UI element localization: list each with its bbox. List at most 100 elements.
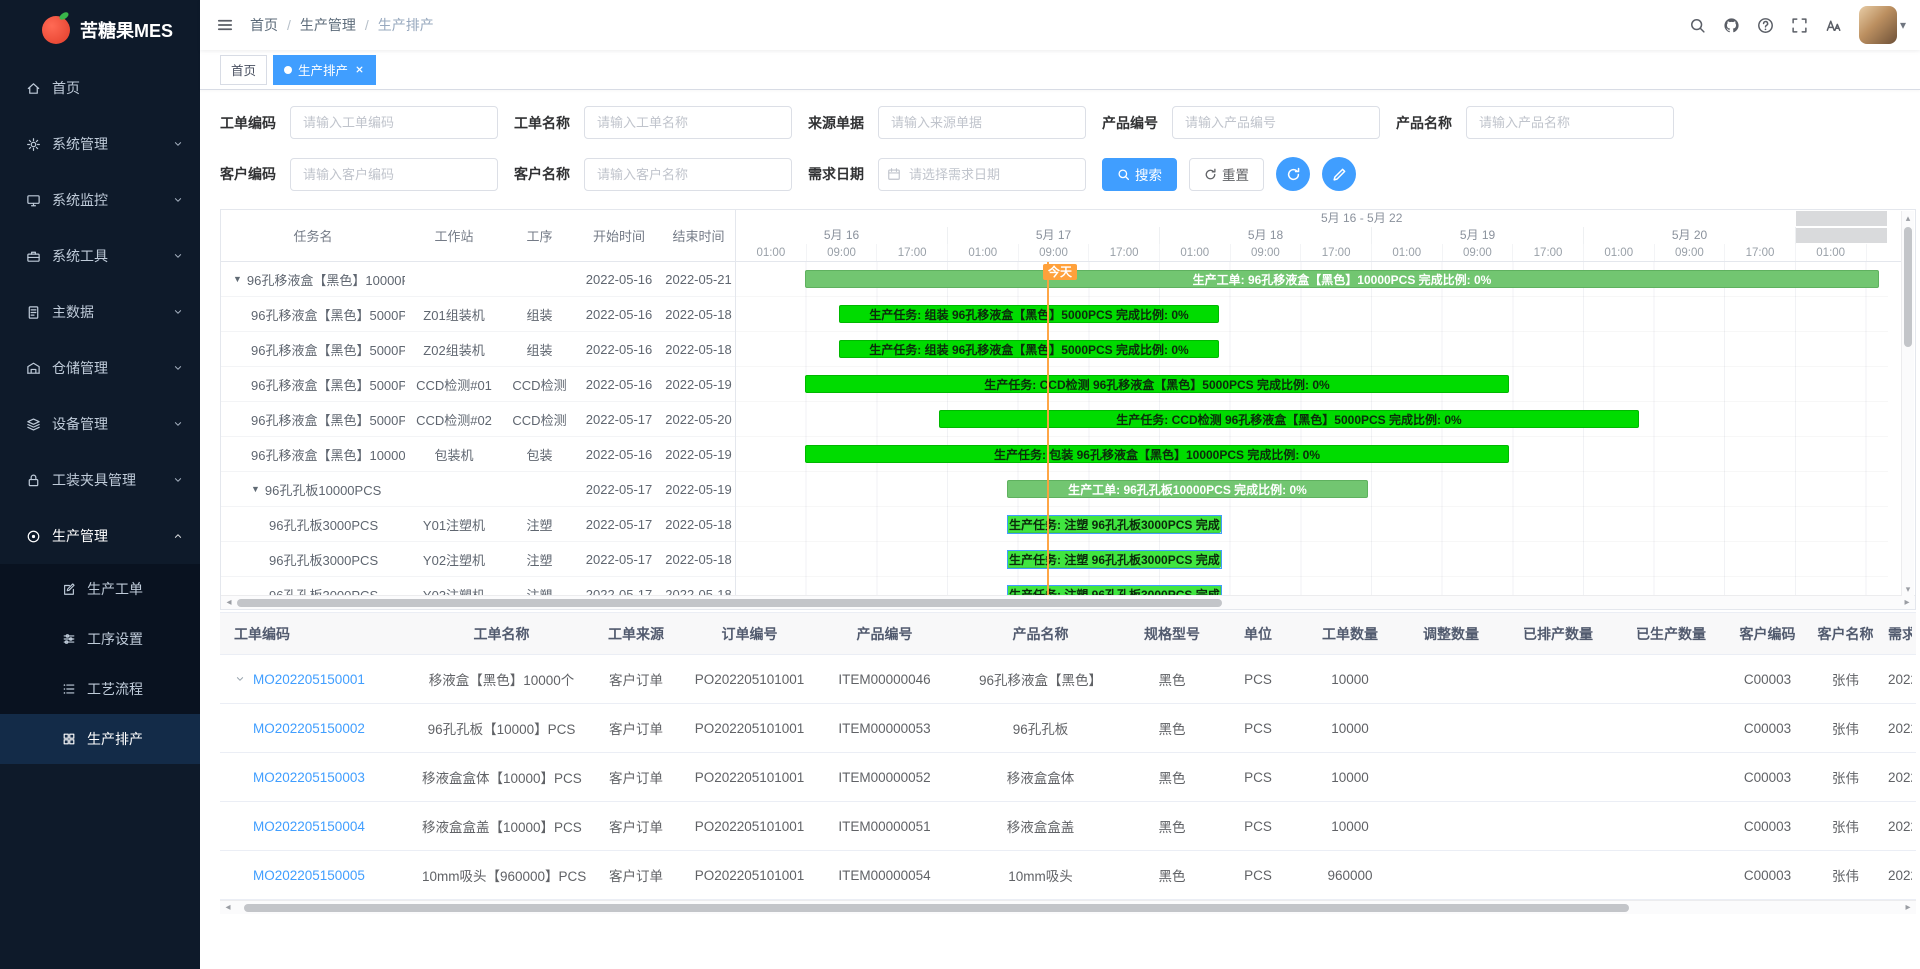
order-row[interactable]: MO20220515000510mm吸头【960000】PCS客户订单PO202… <box>220 851 1916 900</box>
logo[interactable]: 苦糖果MES <box>0 0 200 60</box>
gantt-task-row[interactable]: 96孔孔板3000PCSY01注塑机注塑2022-05-172022-05-18 <box>221 507 735 542</box>
filter-input-demand-date[interactable] <box>878 158 1086 191</box>
orders-column-header: 订单编号 <box>685 624 814 644</box>
sidebar-item-fixture-management[interactable]: 工装夹具管理 <box>0 452 200 508</box>
gantt-bar[interactable]: 生产任务: CCD检测 96孔移液盒【黑色】5000PCS 完成比例: 0% <box>805 375 1509 393</box>
scroll-down-arrow-icon[interactable]: ▾ <box>1906 584 1911 594</box>
sidebar-item-system-management[interactable]: 系统管理 <box>0 116 200 172</box>
gantt-bar[interactable]: 生产任务: 组装 96孔移液盒【黑色】5000PCS 完成比例: 0% <box>839 305 1219 323</box>
gantt-bar[interactable]: 生产任务: 注塑 96孔孔板3000PCS 完成 <box>1007 515 1221 533</box>
filter-input-customer-code[interactable] <box>290 158 498 191</box>
order-row[interactable]: MO202205150003移液盒盒体【10000】PCS客户订单PO20220… <box>220 753 1916 802</box>
order-row[interactable]: MO20220515000296孔孔板【10000】PCS客户订单PO20220… <box>220 704 1916 753</box>
filter-input-product-name[interactable] <box>1466 106 1674 139</box>
sidebar-subitem-production-workorder[interactable]: 生产工单 <box>0 564 200 614</box>
gantt-bar[interactable]: 生产任务: 注塑 96孔孔板3000PCS 完成 <box>1007 550 1221 568</box>
order-customer-code-cell: C00003 <box>1726 721 1809 736</box>
scroll-right-arrow-icon[interactable]: ▸ <box>1901 596 1913 610</box>
sidebar-item-label: 系统工具 <box>52 246 172 266</box>
gantt-vertical-scrollbar[interactable]: ▴ ▾ <box>1901 211 1914 596</box>
chevron-down-icon[interactable] <box>234 673 246 685</box>
gantt-bar[interactable]: 生产工单: 96孔孔板10000PCS 完成比例: 0% <box>1007 480 1368 498</box>
task-station: CCD检测#02 <box>405 410 503 429</box>
font-size-icon[interactable] <box>1817 5 1851 45</box>
gantt-bar[interactable]: 生产任务: 包装 96孔移液盒【黑色】10000PCS 完成比例: 0% <box>805 445 1509 463</box>
sidebar-subitem-production-scheduling[interactable]: 生产排产 <box>0 714 200 764</box>
gantt-hscroll-thumb[interactable] <box>237 599 1222 607</box>
order-qty-cell: 10000 <box>1298 721 1402 736</box>
sidebar-item-master-data[interactable]: 主数据 <box>0 284 200 340</box>
gantt-task-row[interactable]: 96孔孔板3000PCSY02注塑机注塑2022-05-172022-05-18 <box>221 542 735 577</box>
fullscreen-icon[interactable] <box>1783 5 1817 45</box>
sidebar-item-warehouse-management[interactable]: 仓储管理 <box>0 340 200 396</box>
scroll-right-arrow-icon[interactable]: ▸ <box>1902 901 1914 915</box>
order-code-link[interactable]: MO202205150005 <box>253 868 365 883</box>
gantt-task-row[interactable]: 96孔移液盒【黑色】5000PCSZ02组装机组装2022-05-162022-… <box>221 332 735 367</box>
gantt-task-row[interactable]: 96孔移液盒【黑色】5000PCSCCD检测#02CCD检测2022-05-17… <box>221 402 735 437</box>
chevron-down-icon <box>172 138 184 150</box>
filter-input-customer-name[interactable] <box>584 158 792 191</box>
tab-production-scheduling[interactable]: 生产排产 <box>273 55 376 85</box>
order-row[interactable]: MO202205150001移液盒【黑色】10000个客户订单PO2022051… <box>220 655 1916 704</box>
search-icon[interactable] <box>1681 5 1715 45</box>
order-row[interactable]: MO202205150004移液盒盒盖【10000】PCS客户订单PO20220… <box>220 802 1916 851</box>
gantt-bar[interactable]: 生产工单: 96孔移液盒【黑色】10000PCS 完成比例: 0% <box>805 270 1879 288</box>
gantt-task-row[interactable]: 96孔移液盒【黑色】10000PCS包装机包装2022-05-162022-05… <box>221 437 735 472</box>
search-button[interactable]: 搜索 <box>1102 158 1177 191</box>
orders-hscroll-thumb[interactable] <box>244 904 1629 912</box>
timeline-hour-label: 17:00 <box>1089 244 1160 262</box>
caret-down-icon[interactable]: ▾ <box>1900 18 1906 32</box>
gantt-task-row[interactable]: 96孔移液盒【黑色】5000PCSCCD检测#01CCD检测2022-05-16… <box>221 367 735 402</box>
gantt-chart-row: 生产工单: 96孔移液盒【黑色】10000PCS 完成比例: 0% <box>736 262 1888 297</box>
breadcrumb-item[interactable]: 生产管理 <box>300 15 356 35</box>
orders-horizontal-scrollbar[interactable]: ◂ ▸ <box>220 900 1916 914</box>
gantt-bar[interactable]: 生产任务: 组装 96孔移液盒【黑色】5000PCS 完成比例: 0% <box>839 340 1219 358</box>
order-code-link[interactable]: MO202205150001 <box>253 672 365 687</box>
order-qty-cell: 10000 <box>1298 819 1402 834</box>
avatar[interactable] <box>1859 6 1897 44</box>
gantt-task-row[interactable]: 96孔孔板3000PCSY03注塑机注塑2022-05-172022-05-18 <box>221 577 735 595</box>
sidebar-subitem-process-settings[interactable]: 工序设置 <box>0 614 200 664</box>
sidebar-item-home[interactable]: 首页 <box>0 60 200 116</box>
sidebar-subitem-process-flow[interactable]: 工艺流程 <box>0 664 200 714</box>
sidebar-item-system-tools[interactable]: 系统工具 <box>0 228 200 284</box>
reset-button[interactable]: 重置 <box>1189 158 1264 191</box>
sidebar-item-system-monitor[interactable]: 系统监控 <box>0 172 200 228</box>
order-code-link[interactable]: MO202205150002 <box>253 721 365 736</box>
scroll-left-arrow-icon[interactable]: ◂ <box>222 901 234 915</box>
today-line <box>1047 262 1049 595</box>
sidebar-item-production-management[interactable]: 生产管理 <box>0 508 200 564</box>
scroll-up-arrow-icon[interactable]: ▴ <box>1906 213 1911 223</box>
tab-home[interactable]: 首页 <box>220 55 267 85</box>
filter-input-work-order-code[interactable] <box>290 106 498 139</box>
gantt-bar-label: 生产任务: CCD检测 96孔移液盒【黑色】5000PCS 完成比例: 0% <box>1116 411 1461 428</box>
expand-triangle-icon[interactable]: ▼ <box>233 274 242 284</box>
gantt-task-row[interactable]: ▼96孔移液盒【黑色】10000PCS2022-05-162022-05-21 <box>221 262 735 297</box>
gantt-bar[interactable]: 生产任务: 注塑 96孔孔板3000PCS 完成 <box>1007 585 1221 595</box>
expand-triangle-icon[interactable]: ▼ <box>251 484 260 494</box>
filter-label: 产品名称 <box>1396 113 1452 133</box>
orders-hscroll-track[interactable] <box>234 901 1902 915</box>
gantt-task-row[interactable]: 96孔移液盒【黑色】5000PCSZ01组装机组装2022-05-162022-… <box>221 297 735 332</box>
gantt-vscroll-thumb[interactable] <box>1904 227 1912 347</box>
gantt-task-row[interactable]: ▼96孔孔板10000PCS2022-05-172022-05-19 <box>221 472 735 507</box>
gantt-bar[interactable]: 生产任务: CCD检测 96孔移液盒【黑色】5000PCS 完成比例: 0% <box>939 410 1639 428</box>
order-code-link[interactable]: MO202205150004 <box>253 819 365 834</box>
question-icon[interactable] <box>1749 5 1783 45</box>
gantt-hscroll-track[interactable] <box>235 596 1901 610</box>
filter-input-work-order-name[interactable] <box>584 106 792 139</box>
sidebar-item-equipment-management[interactable]: 设备管理 <box>0 396 200 452</box>
github-icon[interactable] <box>1715 5 1749 45</box>
order-code-link[interactable]: MO202205150003 <box>253 770 365 785</box>
refresh-schedule-button[interactable] <box>1276 157 1310 191</box>
production-icon <box>26 529 41 544</box>
hamburger-icon[interactable] <box>216 16 234 34</box>
edit-schedule-button[interactable] <box>1322 157 1356 191</box>
order-demand-date-cell: 2022-05-20 <box>1882 770 1912 785</box>
filter-input-product-code[interactable] <box>1172 106 1380 139</box>
breadcrumb-item[interactable]: 首页 <box>250 15 278 35</box>
filter-input-source-doc[interactable] <box>878 106 1086 139</box>
gantt-horizontal-scrollbar[interactable]: ◂ ▸ <box>221 595 1915 609</box>
scroll-left-arrow-icon[interactable]: ◂ <box>223 596 235 610</box>
close-icon[interactable] <box>354 64 365 75</box>
